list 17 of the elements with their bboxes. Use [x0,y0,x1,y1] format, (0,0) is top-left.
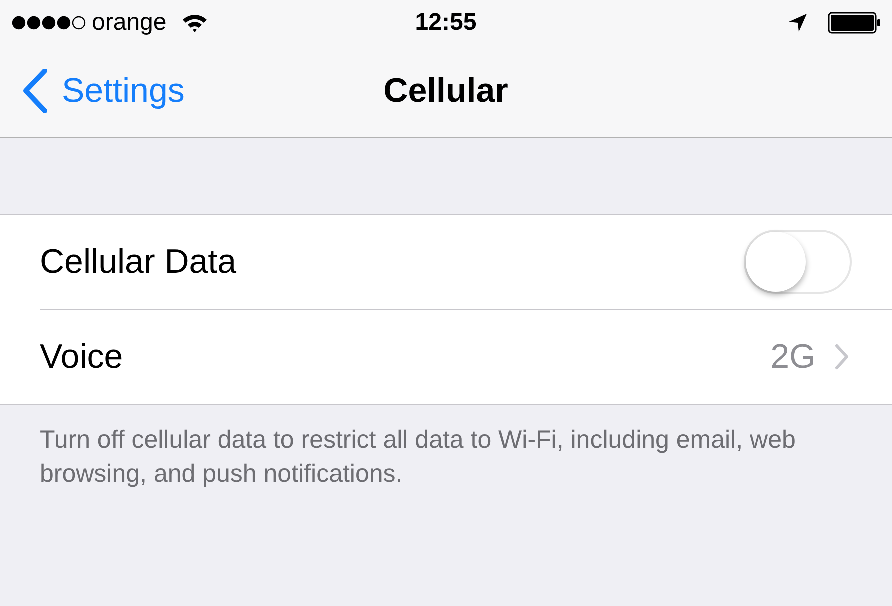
wifi-icon [180,12,209,32]
battery-icon [828,12,882,34]
back-button[interactable]: Settings [0,69,185,113]
chevron-left-icon [22,69,48,113]
footer-note: Turn off cellular data to restrict all data to Wi-Fi, including email, web browsing, and push notifications. [40,425,797,490]
row-label: Cellular Data [40,242,237,282]
location-arrow-icon [788,12,808,32]
signal-icon [12,16,86,30]
settings-row[interactable]: Cellular Data [40,215,892,309]
carrier-name: orange [92,8,167,36]
chevron-right-icon [834,344,850,370]
toggle-switch[interactable] [744,230,852,294]
nav-title: Cellular [384,72,508,110]
settings-row[interactable]: Voice 2G [40,309,892,404]
row-label: Voice [40,338,124,376]
row-value: 2G [770,338,816,376]
status-time: 12:55 [415,8,477,36]
